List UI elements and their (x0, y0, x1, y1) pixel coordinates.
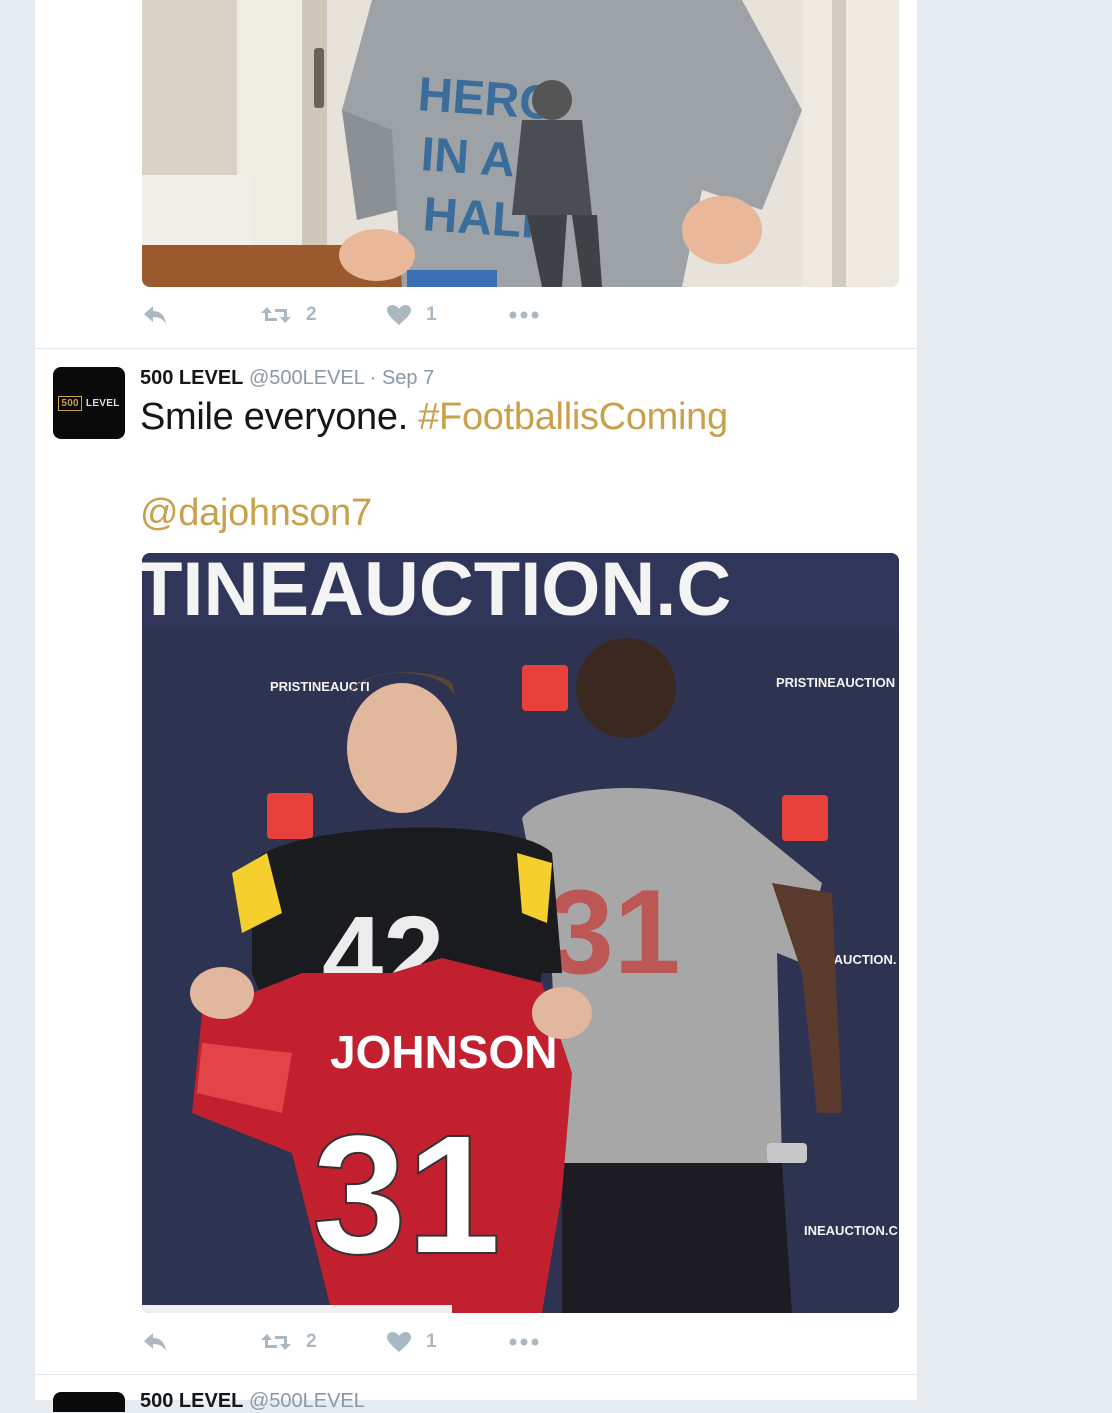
tweet-mention-line: @dajohnson7 (140, 492, 372, 535)
mention-link[interactable]: @dajohnson7 (140, 492, 372, 534)
logo-word: LEVEL (85, 397, 120, 409)
author-handle[interactable]: @500LEVEL (249, 1390, 365, 1412)
reply-icon (144, 1333, 166, 1351)
more-dots-icon (509, 311, 539, 319)
tweet-date[interactable]: Sep 7 (382, 367, 434, 389)
banner-small-2: PRISTINEAUCTION (776, 675, 895, 690)
tweet-header: 500 LEVEL @500LEVEL (140, 1390, 365, 1413)
author-name[interactable]: 500 LEVEL (140, 367, 243, 389)
tweet-divider (35, 1374, 917, 1375)
jersey-number: 31 (312, 1100, 501, 1290)
more-button[interactable] (508, 1331, 540, 1353)
hashtag-link[interactable]: #FootballisComing (418, 396, 728, 438)
child-photo-image: HERO IN A HALF (142, 0, 899, 287)
like-button[interactable]: 1 (386, 1331, 437, 1353)
heart-icon (387, 305, 411, 325)
banner-small-3: EAUCTION. (825, 952, 897, 967)
avatar-500level[interactable]: 500 LEVEL (53, 367, 125, 439)
retweet-count: 2 (306, 304, 317, 325)
tweet-text: Smile everyone. #FootballisComing (140, 396, 728, 439)
reply-icon (144, 306, 166, 324)
svg-text:IN A: IN A (419, 128, 517, 187)
like-button[interactable]: 1 (386, 304, 437, 326)
tweet-photo-jersey[interactable]: TINEAUCTION.C PRISTINEAUCTI PRISTINEAUCT… (142, 553, 899, 1313)
like-count: 1 (426, 1331, 437, 1352)
banner-text: TINEAUCTION.C (142, 553, 731, 632)
author-name[interactable]: 500 LEVEL (140, 1390, 243, 1412)
logo-box: 500 (58, 395, 82, 411)
retweet-button[interactable]: 2 (260, 304, 317, 326)
timeline: HERO IN A HALF 2 1 500 LEVEL 500 LEVEL @… (34, 0, 918, 1412)
tweet1-actions: 2 1 (142, 304, 642, 334)
tweet-header: 500 LEVEL @500LEVEL · Sep 7 (140, 367, 434, 390)
tweet2-actions: 2 1 (142, 1331, 642, 1361)
banner-small-4: INEAUCTION.C (804, 1223, 899, 1238)
500level-logo: 500 LEVEL (58, 395, 120, 411)
avatar-500level[interactable] (53, 1392, 125, 1412)
heart-icon (387, 1332, 411, 1352)
tweet-text-body: Smile everyone. (140, 396, 419, 438)
more-dots-icon (509, 1338, 539, 1346)
more-button[interactable] (508, 304, 540, 326)
jersey-photo-image: TINEAUCTION.C PRISTINEAUCTI PRISTINEAUCT… (142, 553, 899, 1313)
tweet-divider (35, 348, 917, 349)
jersey-name: JOHNSON (330, 1026, 557, 1078)
author-handle[interactable]: @500LEVEL (249, 367, 364, 389)
retweet-icon (261, 1334, 291, 1350)
header-separator: · (364, 367, 382, 389)
retweet-count: 2 (306, 1331, 317, 1352)
reply-button[interactable] (142, 1331, 168, 1353)
tweet-photo-child-shirt[interactable]: HERO IN A HALF (142, 0, 899, 287)
tshirt-number: 31 (547, 865, 680, 999)
reply-button[interactable] (142, 304, 168, 326)
retweet-icon (261, 307, 291, 323)
retweet-button[interactable]: 2 (260, 1331, 317, 1353)
like-count: 1 (426, 304, 437, 325)
